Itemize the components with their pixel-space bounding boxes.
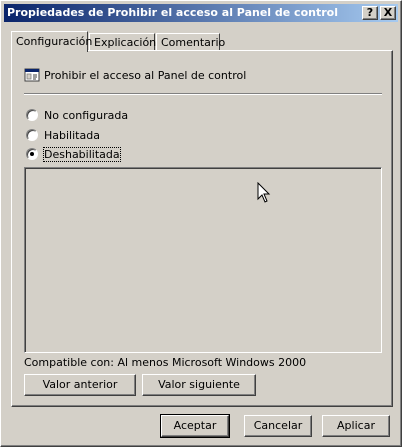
radio-label-enabled[interactable]: Habilitada	[44, 129, 100, 142]
title-bar[interactable]: Propiedades de Prohibir el acceso al Pan…	[4, 4, 398, 22]
tab-configuracion[interactable]: Configuración	[11, 31, 92, 52]
radio-button-checked[interactable]	[26, 148, 38, 160]
properties-dialog: Propiedades de Prohibir el acceso al Pan…	[0, 0, 402, 447]
tab-explicacion[interactable]: Explicación	[89, 33, 156, 51]
policy-name: Prohibir el acceso al Panel de control	[44, 69, 247, 82]
apply-button[interactable]: Aplicar	[322, 415, 390, 437]
cancel-button[interactable]: Cancelar	[244, 415, 312, 437]
radio-button[interactable]	[26, 129, 38, 141]
tab-panel-configuracion: Prohibir el acceso al Panel de control N…	[11, 50, 393, 407]
compatibility-text: Compatible con: Al menos Microsoft Windo…	[24, 356, 307, 369]
close-button[interactable]: X	[380, 6, 396, 20]
mouse-pointer-icon	[257, 182, 271, 203]
policy-setting-icon	[24, 68, 40, 82]
separator	[24, 93, 382, 95]
radio-label-disabled[interactable]: Deshabilitada	[43, 147, 121, 162]
next-setting-button[interactable]: Valor siguiente	[142, 374, 256, 396]
radio-label-not-configured[interactable]: No configurada	[44, 109, 128, 122]
help-button[interactable]: ?	[362, 6, 378, 20]
window-title: Propiedades de Prohibir el acceso al Pan…	[7, 6, 338, 19]
tab-comentario[interactable]: Comentario	[156, 33, 225, 51]
ok-button[interactable]: Aceptar	[160, 414, 230, 438]
radio-button[interactable]	[26, 109, 38, 121]
previous-setting-button[interactable]: Valor anterior	[24, 374, 136, 396]
settings-area	[24, 167, 382, 353]
